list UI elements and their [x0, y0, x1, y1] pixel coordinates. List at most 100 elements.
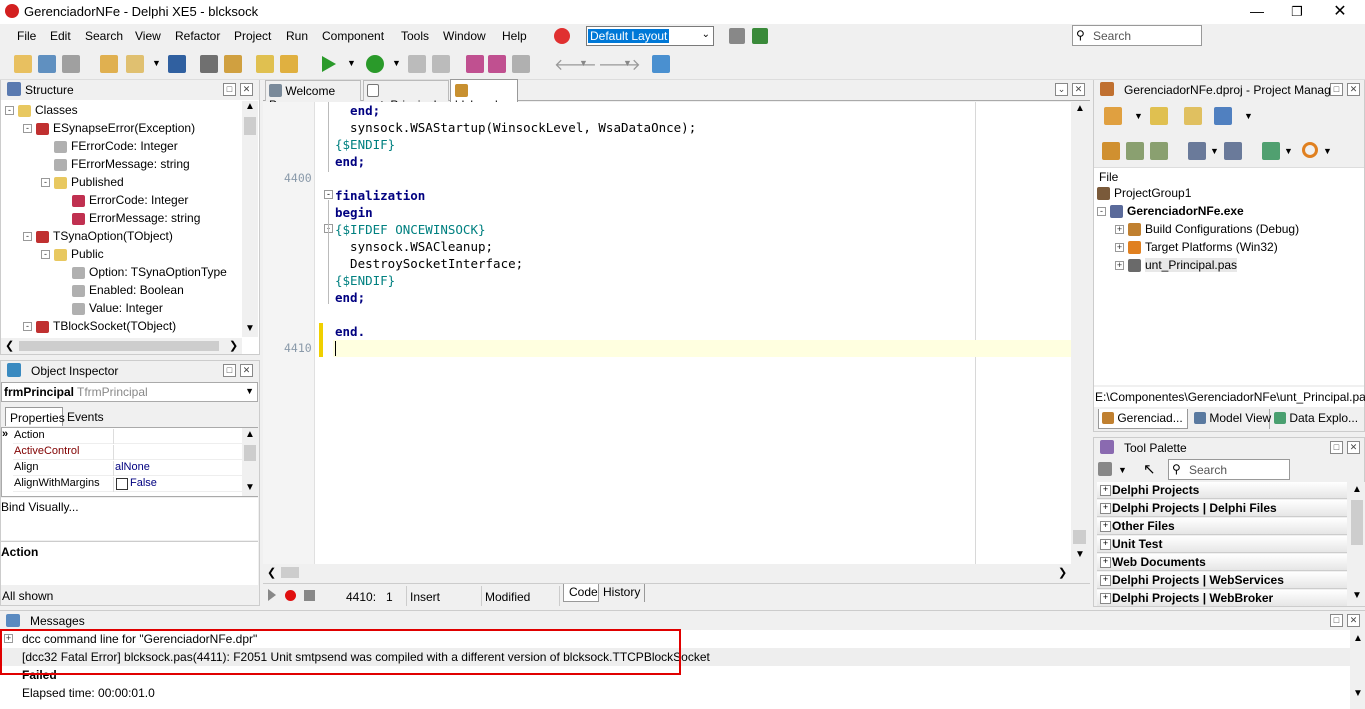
new-form-icon[interactable]	[100, 55, 118, 73]
chevron-down-icon[interactable]: ▼	[1134, 111, 1143, 121]
chevron-down-icon[interactable]: ▼	[1244, 111, 1253, 121]
structure-vscroll[interactable]: ▲ ▼	[242, 101, 258, 337]
tab-history[interactable]: History	[599, 584, 645, 602]
expand-icon[interactable]	[1126, 142, 1144, 160]
scroll-left-icon[interactable]: ❮	[267, 566, 276, 579]
view-unit-icon[interactable]	[200, 55, 218, 73]
property-grid-vscroll[interactable]: ▲ ▼	[242, 428, 258, 496]
tab-code[interactable]: Code	[563, 584, 599, 602]
property-value[interactable]	[113, 445, 115, 460]
collapse-minus-icon[interactable]: -	[41, 250, 50, 260]
tab-gerenciad[interactable]: Gerenciad...	[1098, 409, 1188, 429]
scroll-right-icon[interactable]: ❯	[229, 339, 238, 352]
set-debug-desktop-icon[interactable]	[752, 28, 768, 44]
tab-data-explorer[interactable]: Data Explo...	[1272, 409, 1362, 429]
menu-edit[interactable]: Edit	[50, 29, 71, 43]
menu-view[interactable]: View	[135, 29, 161, 43]
desktop-icon[interactable]	[554, 28, 570, 44]
remove-file-icon[interactable]	[280, 55, 298, 73]
collapse-minus-icon[interactable]: -	[23, 322, 32, 332]
palette-category[interactable]: Delphi Projects	[1097, 482, 1347, 499]
object-selector[interactable]: frmPrincipal TfrmPrincipal ▼	[1, 382, 258, 402]
arrow-left-icon[interactable]: 🡐	[554, 54, 597, 75]
structure-tree-item[interactable]: FErrorCode: Integer	[41, 137, 178, 155]
expand-plus-icon[interactable]: +	[1115, 225, 1124, 235]
config-icon[interactable]	[1262, 142, 1280, 160]
run-without-debug-icon[interactable]	[366, 55, 384, 73]
structure-tree-item[interactable]: Enabled: Boolean	[59, 281, 184, 299]
build-icon[interactable]	[1224, 142, 1242, 160]
layout-select[interactable]: Default Layout ⌄	[586, 26, 714, 46]
scroll-thumb[interactable]	[281, 567, 299, 578]
property-row[interactable]: ActiveControl	[13, 444, 242, 460]
expand-plus-icon[interactable]: +	[1115, 261, 1124, 271]
menu-refactor[interactable]: Refactor	[175, 29, 220, 43]
message-row[interactable]: Elapsed time: 00:00:01.0	[0, 684, 1350, 702]
trace-into-icon[interactable]	[466, 55, 484, 73]
structure-tree-item[interactable]: FErrorMessage: string	[41, 155, 190, 173]
list-icon[interactable]	[1188, 142, 1206, 160]
pin-icon[interactable]: □	[1330, 83, 1343, 96]
chevron-down-icon[interactable]: ▼	[1323, 146, 1332, 156]
add-new-project-icon[interactable]	[1150, 107, 1168, 125]
close-icon[interactable]: ✕	[1347, 83, 1360, 96]
palette-search[interactable]: ⚲ Search	[1168, 459, 1290, 480]
tab-model-view[interactable]: Model View	[1190, 409, 1271, 429]
activate-icon[interactable]	[1104, 107, 1122, 125]
scroll-up-icon[interactable]: ▲	[1075, 103, 1085, 114]
restore-button[interactable]: ❐	[1277, 0, 1317, 24]
structure-tree-item[interactable]: Value: Integer	[59, 299, 163, 317]
palette-category[interactable]: Unit Test	[1097, 536, 1347, 553]
chevron-down-icon[interactable]: ▼	[392, 58, 401, 68]
structure-hscroll[interactable]: ❮ ❯	[1, 338, 242, 354]
bind-visually-link[interactable]: Bind Visually...	[1, 500, 79, 514]
help-book-icon[interactable]	[652, 55, 670, 73]
chevron-down-icon[interactable]: ▼	[152, 58, 161, 68]
add-file-icon[interactable]	[256, 55, 274, 73]
menu-tools[interactable]: Tools	[401, 29, 429, 43]
record-macro-icon[interactable]	[285, 590, 296, 601]
collapse-minus-icon[interactable]: -	[1097, 207, 1106, 217]
scroll-thumb[interactable]	[1351, 500, 1363, 545]
structure-tree-item[interactable]: - Published	[41, 173, 124, 191]
property-value[interactable]: False	[113, 477, 157, 492]
scroll-up-icon[interactable]: ▲	[1353, 633, 1363, 644]
fold-minus-icon[interactable]: -	[324, 190, 333, 199]
chevron-down-icon[interactable]: ▼	[1284, 146, 1293, 156]
structure-tree-item[interactable]: - TBlockSocket(TObject)	[23, 317, 176, 335]
tab-blcksock[interactable]: blcksock	[450, 79, 518, 112]
tab-events[interactable]: Events	[64, 408, 106, 426]
scroll-thumb[interactable]	[244, 445, 256, 461]
collapse-minus-icon[interactable]: -	[41, 178, 50, 188]
pause-icon[interactable]	[408, 55, 426, 73]
chevron-down-icon[interactable]: ▼	[579, 58, 588, 68]
property-row[interactable]: Action	[13, 428, 242, 444]
menu-component[interactable]: Component	[322, 29, 384, 43]
scroll-left-icon[interactable]: ❮	[5, 339, 14, 352]
scroll-thumb[interactable]	[244, 117, 256, 135]
expand-plus-icon[interactable]: +	[1115, 243, 1124, 253]
editor-vscroll[interactable]: ▲ ▼	[1071, 102, 1088, 564]
menu-project[interactable]: Project	[234, 29, 271, 43]
scroll-up-icon[interactable]: ▲	[1352, 484, 1362, 495]
platform-icon[interactable]	[1302, 142, 1318, 158]
close-icon[interactable]: ✕	[1347, 441, 1360, 454]
stop-macro-icon[interactable]	[304, 590, 315, 601]
chevron-down-icon[interactable]: ▼	[1210, 146, 1219, 156]
tab-unt-principal[interactable]: unt_Principal	[363, 80, 449, 112]
open-project-icon[interactable]	[126, 55, 144, 73]
close-button[interactable]: ✕	[1320, 0, 1360, 24]
palette-vscroll[interactable]: ▲ ▼	[1349, 482, 1365, 606]
code-editor[interactable]	[263, 102, 1071, 564]
structure-tree-item[interactable]: ErrorCode: Integer	[59, 191, 188, 209]
save-all-icon[interactable]	[62, 55, 80, 73]
structure-tree-item[interactable]: - ESynapseError(Exception)	[23, 119, 195, 137]
scroll-thumb[interactable]	[1073, 530, 1086, 544]
project-tree-item[interactable]: ProjectGroup1	[1097, 184, 1191, 202]
collapse-minus-icon[interactable]: -	[5, 106, 14, 116]
stop-icon[interactable]	[432, 55, 450, 73]
scroll-down-icon[interactable]: ▼	[1353, 688, 1363, 699]
structure-tree-item[interactable]: - Public	[41, 245, 104, 263]
palette-category[interactable]: Delphi Projects | WebServices	[1097, 572, 1347, 589]
structure-tree-item[interactable]: - Classes	[5, 101, 78, 119]
